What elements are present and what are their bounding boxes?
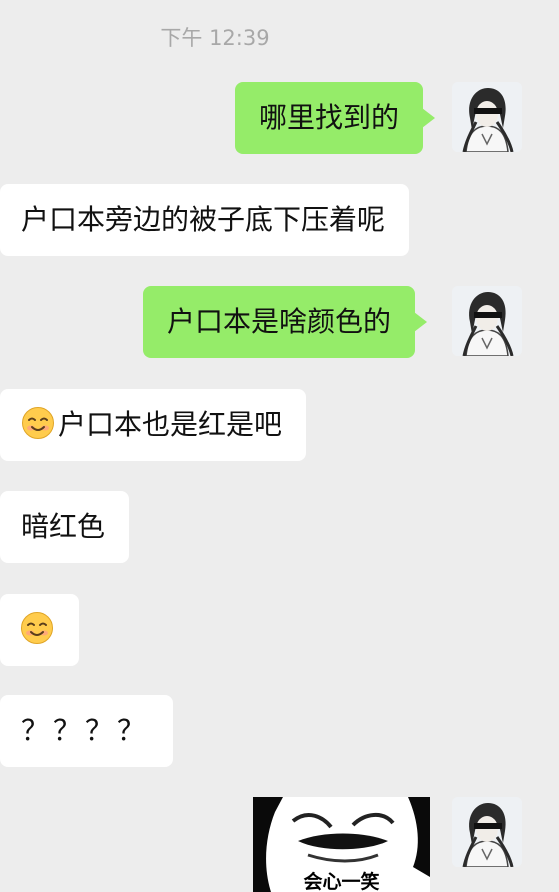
incoming-message-bubble[interactable]: ？？？？ bbox=[0, 695, 174, 767]
smile-emoji-icon bbox=[20, 611, 54, 645]
smile-emoji-icon bbox=[21, 406, 55, 440]
message-text: 户口本旁边的被子底下压着呢 bbox=[21, 203, 386, 236]
user-avatar[interactable] bbox=[452, 797, 522, 867]
incoming-message-bubble[interactable]: 户口本旁边的被子底下压着呢 bbox=[0, 184, 410, 256]
incoming-message-bubble[interactable]: 暗红色 bbox=[0, 491, 130, 563]
message-text: 户口本也是红是吧 bbox=[58, 408, 283, 441]
message-text: ？？？？ bbox=[21, 714, 150, 747]
incoming-message-bubble[interactable]: 户口本也是红是吧 bbox=[0, 389, 307, 461]
message-text: 户口本是啥颜色的 bbox=[167, 305, 392, 338]
message-text: 哪里找到的 bbox=[259, 101, 400, 134]
sticker-caption: 会心一笑 bbox=[303, 871, 380, 892]
message-timestamp: 下午 12:39 bbox=[160, 26, 270, 50]
user-avatar[interactable] bbox=[452, 82, 522, 152]
outgoing-message-bubble[interactable]: 哪里找到的 bbox=[235, 82, 436, 154]
avatar-portrait-icon bbox=[452, 286, 522, 356]
outgoing-message-bubble[interactable]: 户口本是啥颜色的 bbox=[143, 286, 428, 358]
incoming-message-bubble[interactable] bbox=[0, 594, 79, 666]
sticker-message[interactable]: 会心一笑 bbox=[253, 797, 430, 892]
avatar-portrait-icon bbox=[452, 82, 522, 152]
message-text: 暗红色 bbox=[21, 510, 106, 543]
avatar-portrait-icon bbox=[452, 797, 522, 867]
user-avatar[interactable] bbox=[452, 286, 522, 356]
